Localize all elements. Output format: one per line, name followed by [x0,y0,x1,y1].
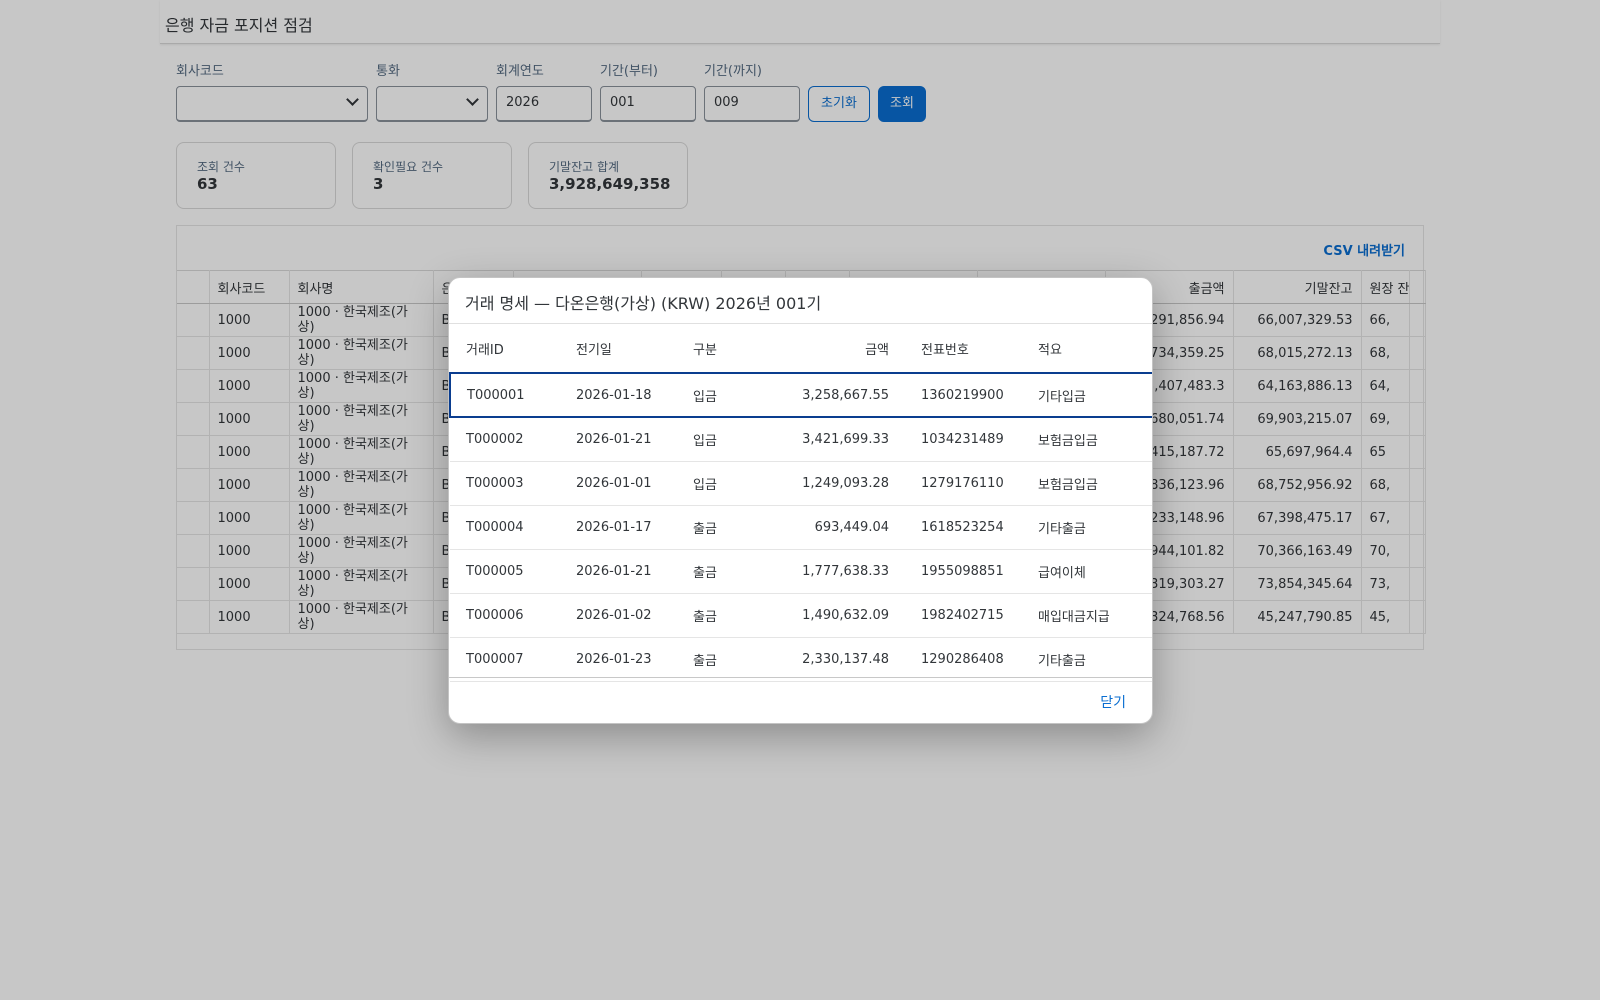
header-type[interactable]: 구분 [677,324,777,374]
type-cell: 입금 [677,372,777,418]
voucher-number-cell: 1034231489 [905,417,1022,462]
memo-cell: 보험금입금 [1022,417,1152,462]
transaction-id-cell: T000005 [450,549,560,594]
dialog-title: 거래 명세 — 다온은행(가상) (KRW) 2026년 001기 [465,294,822,313]
posting-date-cell: 2026-01-18 [560,372,677,418]
memo-cell: 기타입금 [1022,372,1152,418]
memo-cell: 급여이체 [1022,549,1152,594]
transaction-row[interactable]: T000001 2026-01-18 입금 3,258,667.55 136021990… [449,372,1152,418]
transaction-detail-dialog: 거래 명세 — 다온은행(가상) (KRW) 2026년 001기 거래ID 전… [448,277,1153,724]
memo-cell: 기타출금 [1022,637,1152,682]
posting-date-cell: 2026-01-17 [560,505,677,550]
memo-cell: 매입대금지급 [1022,593,1152,638]
header-amount[interactable]: 금액 [777,324,905,374]
transaction-row[interactable]: T000005 2026-01-21 출금 1,777,638.33 195509885… [450,549,1152,594]
voucher-number-cell: 1618523254 [905,505,1022,550]
dialog-header: 거래 명세 — 다온은행(가상) (KRW) 2026년 001기 [449,278,1152,324]
voucher-number-cell: 1360219900 [905,372,1022,418]
type-cell: 출금 [677,637,777,682]
dialog-footer: 닫기 [449,677,1152,723]
posting-date-cell: 2026-01-02 [560,593,677,638]
transaction-id-cell: T000007 [450,637,560,682]
voucher-number-cell: 1955098851 [905,549,1022,594]
type-cell: 입금 [677,461,777,506]
transaction-table: 거래ID 전기일 구분 금액 전표번호 적요 T000001 2026-01-18… [449,324,1152,682]
header-voucher-number[interactable]: 전표번호 [905,324,1022,374]
amount-cell: 3,258,667.55 [777,372,905,418]
header-posting-date[interactable]: 전기일 [560,324,677,374]
type-cell: 출금 [677,549,777,594]
type-cell: 입금 [677,417,777,462]
transaction-row[interactable]: T000003 2026-01-01 입금 1,249,093.28 127917611… [450,461,1152,506]
posting-date-cell: 2026-01-21 [560,549,677,594]
amount-cell: 693,449.04 [777,505,905,550]
transaction-header-row: 거래ID 전기일 구분 금액 전표번호 적요 [450,324,1152,374]
transaction-row[interactable]: T000004 2026-01-17 출금 693,449.04 1618523254 기… [450,505,1152,550]
close-button[interactable]: 닫기 [1100,692,1126,712]
transaction-id-cell: T000002 [450,417,560,462]
header-transaction-id[interactable]: 거래ID [450,324,560,374]
memo-cell: 보험금입금 [1022,461,1152,506]
transaction-id-cell: T000004 [450,505,560,550]
transaction-id-cell: T000003 [450,461,560,506]
type-cell: 출금 [677,505,777,550]
posting-date-cell: 2026-01-23 [560,637,677,682]
amount-cell: 1,490,632.09 [777,593,905,638]
transaction-row[interactable]: T000007 2026-01-23 출금 2,330,137.48 129028640… [450,637,1152,682]
amount-cell: 2,330,137.48 [777,637,905,682]
voucher-number-cell: 1290286408 [905,637,1022,682]
amount-cell: 1,249,093.28 [777,461,905,506]
transaction-id-cell: T000006 [450,593,560,638]
header-memo[interactable]: 적요 [1022,324,1152,374]
amount-cell: 3,421,699.33 [777,417,905,462]
posting-date-cell: 2026-01-01 [560,461,677,506]
amount-cell: 1,777,638.33 [777,549,905,594]
transaction-id-cell: T000001 [449,372,560,418]
transaction-row[interactable]: T000006 2026-01-02 출금 1,490,632.09 198240271… [450,593,1152,638]
posting-date-cell: 2026-01-21 [560,417,677,462]
type-cell: 출금 [677,593,777,638]
voucher-number-cell: 1279176110 [905,461,1022,506]
transaction-row[interactable]: T000002 2026-01-21 입금 3,421,699.33 103423148… [450,417,1152,462]
memo-cell: 기타출금 [1022,505,1152,550]
voucher-number-cell: 1982402715 [905,593,1022,638]
